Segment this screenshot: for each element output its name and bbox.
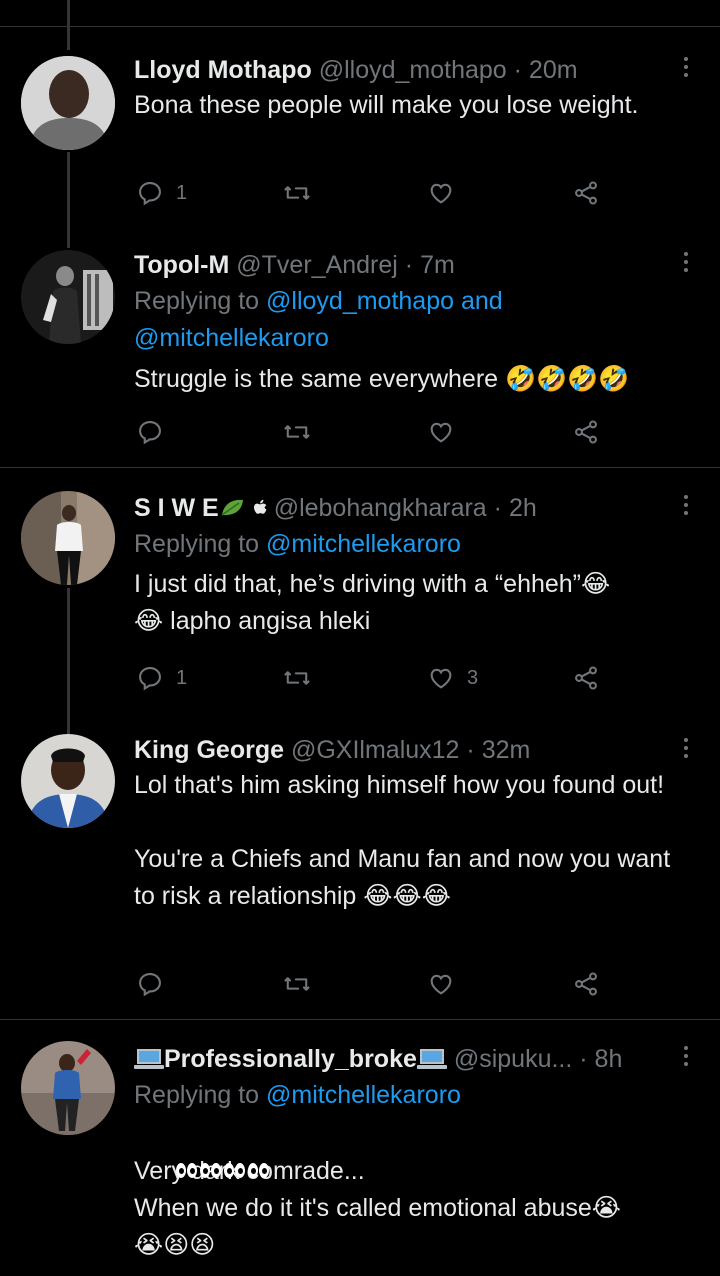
- tweet-header: Topol-M @Tver_Andrej · 7m: [134, 250, 684, 280]
- display-name[interactable]: Topol-M: [134, 251, 229, 279]
- replying-to: Replying to @mitchellekaroro: [134, 526, 684, 563]
- reply-count: 1: [176, 666, 188, 689]
- tweet-actions: 1: [134, 178, 614, 208]
- share-icon: [575, 666, 597, 690]
- like-button[interactable]: [427, 178, 467, 208]
- replying-mentions[interactable]: @mitchellekaroro: [266, 1081, 461, 1109]
- reply-button[interactable]: [136, 417, 176, 447]
- reply-icon: [139, 182, 161, 206]
- tweet-text-body: Struggle is the same everywhere: [134, 365, 506, 393]
- reply-icon: [139, 421, 161, 445]
- tweet-siwe[interactable]: S I W E @lebohangkharara · 2h Replying t…: [0, 468, 720, 718]
- eyes-emoji-icon: [223, 1161, 246, 1181]
- replying-mentions[interactable]: @mitchellekaroro: [266, 530, 461, 558]
- laptop-emoji-icon: [134, 1049, 164, 1069]
- display-name[interactable]: Lloyd Mothapo: [134, 56, 312, 84]
- tweet-text: I just did that, he’s driving with a “eh…: [134, 570, 611, 635]
- retweet-icon: [284, 977, 310, 991]
- like-button[interactable]: [427, 417, 467, 447]
- retweet-icon: [284, 425, 310, 439]
- tweet-text: Struggle is the same everywhere 🤣🤣🤣🤣: [134, 361, 684, 398]
- display-name[interactable]: Professionally_broke: [164, 1045, 417, 1073]
- user-handle[interactable]: @Tver_Andrej: [236, 251, 398, 279]
- heart-icon: [430, 668, 452, 689]
- tweet-time[interactable]: · 8h: [579, 1045, 622, 1073]
- more-options-icon[interactable]: [684, 57, 690, 81]
- tweet-header: Lloyd Mothapo @lloyd_mothapo · 20m: [134, 55, 684, 85]
- eyes-emoji-row: [134, 1116, 684, 1178]
- eyes-emoji-icon: [247, 1161, 270, 1181]
- heart-icon: [430, 183, 452, 204]
- user-handle[interactable]: @lloyd_mothapo: [319, 56, 507, 84]
- tweet-actions: 1 3: [134, 663, 614, 693]
- share-icon: [575, 972, 597, 996]
- reply-button[interactable]: 1: [136, 663, 187, 693]
- tweet-time[interactable]: · 2h: [494, 494, 537, 522]
- reply-icon: [139, 973, 161, 997]
- tweet-lloyd-mothapo[interactable]: Lloyd Mothapo @lloyd_mothapo · 20m Bona …: [0, 0, 720, 240]
- more-options-icon[interactable]: [684, 1046, 690, 1070]
- tweet-time[interactable]: · 20m: [514, 56, 578, 84]
- replying-prefix: Replying to: [134, 287, 260, 315]
- share-button[interactable]: [572, 663, 600, 693]
- avatar[interactable]: [21, 734, 115, 828]
- retweet-icon: [284, 186, 310, 200]
- like-button[interactable]: [427, 969, 467, 999]
- apple-icon: [253, 499, 267, 514]
- reply-icon: [139, 667, 161, 691]
- tweet-text: Lol that's him asking himself how you fo…: [134, 771, 671, 910]
- tweet-king-george[interactable]: King George @GXIlmalux12 · 32m Lol that'…: [0, 718, 720, 1020]
- more-options-icon[interactable]: [684, 252, 690, 276]
- replying-prefix: Replying to: [134, 530, 260, 558]
- tweet-text: Bona these people will make you lose wei…: [134, 91, 639, 119]
- share-button[interactable]: [572, 178, 600, 208]
- like-button[interactable]: 3: [427, 663, 478, 693]
- share-icon: [575, 420, 597, 444]
- like-count: 3: [467, 666, 479, 689]
- replying-to: Replying to @mitchellekaroro: [134, 1077, 684, 1114]
- avatar[interactable]: [21, 250, 115, 344]
- laptop-emoji-icon: [416, 1049, 447, 1069]
- more-options-icon[interactable]: [684, 738, 690, 762]
- user-handle[interactable]: @GXIlmalux12: [291, 736, 460, 764]
- tweet-header: King George @GXIlmalux12 · 32m: [134, 735, 684, 765]
- retweet-button[interactable]: [282, 969, 312, 999]
- avatar[interactable]: [21, 56, 115, 150]
- retweet-button[interactable]: [282, 663, 312, 693]
- tweet-topol-m[interactable]: Topol-M @Tver_Andrej · 7m Replying to @l…: [0, 240, 720, 468]
- replying-prefix: Replying to: [134, 1081, 260, 1109]
- display-name[interactable]: King George: [134, 736, 284, 764]
- heart-icon: [430, 422, 452, 443]
- retweet-icon: [284, 671, 310, 685]
- share-button[interactable]: [572, 417, 600, 447]
- share-button[interactable]: [572, 969, 600, 999]
- tweet-actions: [134, 969, 614, 999]
- more-options-icon[interactable]: [684, 495, 690, 519]
- heart-icon: [430, 974, 452, 995]
- tweet-header: Professionally_broke @sipuku... · 8h: [134, 1044, 684, 1074]
- share-icon: [575, 181, 597, 205]
- tweet-time[interactable]: · 32m: [466, 736, 530, 764]
- retweet-button[interactable]: [282, 178, 312, 208]
- tweet-actions: [134, 417, 614, 447]
- reply-button[interactable]: 1: [136, 178, 187, 208]
- tweet-professionally-broke[interactable]: Professionally_broke @sipuku... · 8h Rep…: [0, 1020, 720, 1276]
- user-handle[interactable]: @lebohangkharara: [274, 494, 487, 522]
- retweet-button[interactable]: [282, 417, 312, 447]
- avatar[interactable]: [21, 1041, 115, 1135]
- tweet-time[interactable]: · 7m: [405, 251, 455, 279]
- reply-button[interactable]: [136, 969, 176, 999]
- replying-to: Replying to @lloyd_mothapo and @mitchell…: [134, 283, 684, 357]
- eyes-emoji-icon: [175, 1161, 198, 1181]
- tweet-header: S I W E @lebohangkharara · 2h: [134, 493, 684, 523]
- tweet-emojis: 🤣🤣🤣🤣: [505, 365, 630, 393]
- avatar[interactable]: [21, 491, 115, 585]
- user-handle[interactable]: @sipuku...: [454, 1045, 572, 1073]
- leaf-emoji-icon: [221, 499, 243, 516]
- eyes-emoji-icon: [199, 1161, 222, 1181]
- display-name[interactable]: S I W E: [134, 494, 219, 522]
- reply-count: 1: [176, 181, 188, 204]
